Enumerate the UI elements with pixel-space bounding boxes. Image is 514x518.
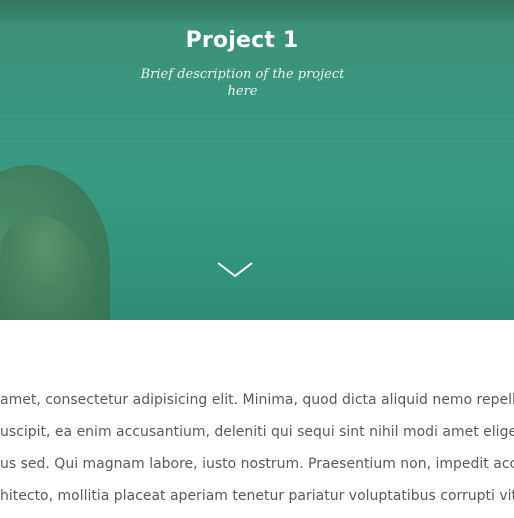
hero-shoreline bbox=[0, 0, 514, 22]
page-title: Project 1 bbox=[185, 28, 299, 53]
hero-banner: Project 1 Brief description of the proje… bbox=[0, 0, 514, 320]
paragraph-line: uscipit, ea enim accusantium, deleniti q… bbox=[0, 424, 514, 440]
body-paragraph: amet, consectetur adipisicing elit. Mini… bbox=[0, 390, 514, 518]
chevron-down-icon[interactable] bbox=[217, 257, 253, 279]
paragraph-line: amet, consectetur adipisicing elit. Mini… bbox=[0, 392, 514, 408]
project-description: Brief description of the project here bbox=[140, 67, 345, 99]
project-content: amet, consectetur adipisicing elit. Mini… bbox=[0, 320, 514, 518]
paragraph-line: hitecto, mollitia placeat aperiam tenetu… bbox=[0, 488, 514, 504]
paragraph-line: us sed. Qui magnam labore, iusto nostrum… bbox=[0, 456, 514, 472]
